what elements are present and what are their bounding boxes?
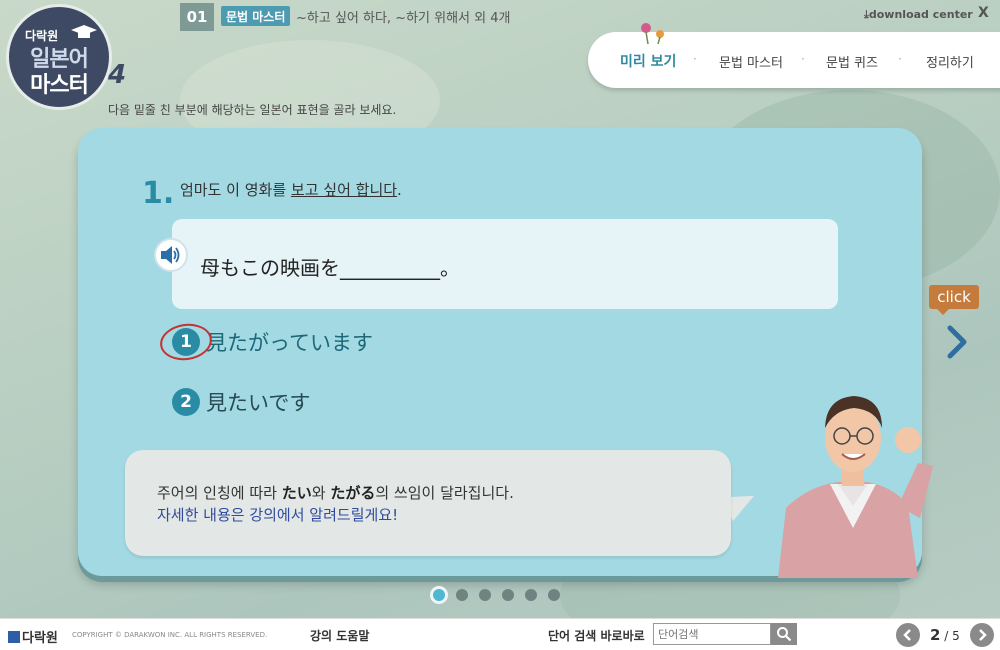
bubble-line1: 주어의 인칭에 따라 たい와 たがる의 쓰임이 달라집니다. [157,484,514,502]
nav-separator: · [801,52,805,66]
instruction-text: 다음 밑줄 친 부분에 해당하는 일본어 표현을 골라 보세요. [108,103,397,117]
close-button[interactable]: X [978,5,989,21]
nav-tab-grammar-quiz[interactable]: 문법 퀴즈 [826,52,878,71]
copyright-text: COPYRIGHT © DARAKWON INC. ALL RIGHTS RES… [72,631,268,639]
word-search-button[interactable] [771,623,797,645]
total-pages: 5 [952,629,960,643]
nav-tab-grammar-master[interactable]: 문법 마스터 [719,52,783,71]
pagination-dot[interactable] [502,589,514,601]
brand-mark-icon [8,631,20,643]
search-icon [777,627,792,642]
pagination-dot[interactable] [548,589,560,601]
nav-separator: · [693,52,697,66]
bubble-line2: 자세한 내용은 강의에서 알려드릴게요! [157,506,399,524]
current-page: 2 [930,626,941,644]
page-indicator: 2 / 5 [930,626,960,644]
option-text: 見たいです [206,391,311,415]
footer-brand: 다락원 [8,627,58,646]
pagination-dot[interactable] [433,589,445,601]
footer-bar: 다락원 COPYRIGHT © DARAKWON INC. ALL RIGHTS… [0,618,1000,650]
nav-tab-preview[interactable]: 미리 보기 [620,51,676,71]
logo-line3: 마스터 [30,73,89,98]
download-center-link[interactable]: ⤓download center [864,8,973,22]
pagination-dot[interactable] [479,589,491,601]
underlined-phrase: 보고 싶어 합니다 [290,181,398,199]
flower-icon [641,23,664,44]
lecture-help-link[interactable]: 강의 도움말 [310,627,369,644]
speaker-icon [161,246,180,264]
question-text: 엄마도 이 영화를 보고 싶어 합니다. [180,181,402,199]
japanese-sentence: 母もこの映画を__________。 [200,256,460,280]
slide-pagination [433,589,560,601]
lesson-title: ~하고 싶어 하다, ~하기 위해서 외 4개 [296,11,511,26]
option-badge: 2 [172,388,200,416]
answer-option-2[interactable]: 2 見たいです [172,387,310,417]
teacher-avatar [778,396,933,578]
chevron-right-icon [979,629,987,641]
nav-separator: · [898,52,902,66]
chevron-left-icon [903,629,911,641]
word-search-input[interactable] [653,623,771,645]
app-logo: 다락원 일본어 마스터 [6,4,112,110]
audio-play-button[interactable] [154,238,188,272]
lesson-number: 01 [180,3,214,31]
graduation-cap-icon [71,25,97,38]
word-search-label: 단어 검색 바로바로 [548,629,645,643]
next-arrow-icon[interactable] [944,322,970,362]
click-hint: click [929,285,979,315]
pagination-dot[interactable] [456,589,468,601]
logo-number: 4 [108,60,127,90]
prev-page-button[interactable] [896,623,920,647]
option-text: 見たがっています [206,331,373,355]
next-page-button[interactable] [970,623,994,647]
pagination-dot[interactable] [525,589,537,601]
teacher-speech-bubble: 주어의 인칭에 따라 たい와 たがる의 쓰임이 달라집니다. 자세한 내용은 강… [125,450,731,556]
nav-tab-summary[interactable]: 정리하기 [926,52,974,71]
lesson-tag: 문법 마스터 [221,6,291,26]
question-number: 1. [142,176,175,211]
